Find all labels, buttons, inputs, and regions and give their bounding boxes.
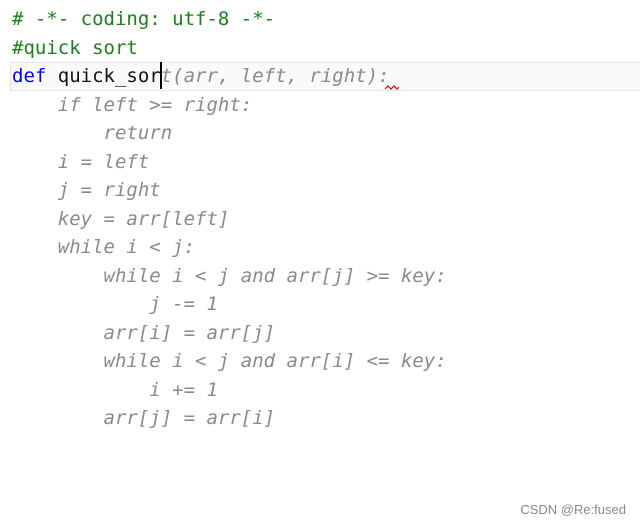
keyword: def	[12, 65, 47, 87]
autocomplete-suggestion: while i < j and arr[j] >= key:	[12, 264, 447, 287]
code-line: # -*- coding: utf-8 -*-	[12, 5, 275, 33]
autocomplete-suggestion: key = arr[left]	[12, 207, 230, 230]
code-line: #quick sort	[12, 34, 138, 62]
code-line: arr[i] = arr[j]	[12, 319, 276, 347]
autocomplete-suggestion: i += 1	[12, 378, 218, 401]
code-line: j -= 1	[12, 290, 218, 318]
comment: #quick sort	[12, 36, 138, 59]
comment: # -*- coding: utf-8 -*-	[12, 8, 276, 30]
autocomplete-suggestion: if left >= right:	[12, 93, 253, 116]
code-line: while i < j:	[12, 233, 195, 261]
autocomplete-suggestion: while i < j and arr[i] <= key:	[12, 350, 447, 372]
code-line: while i < j and arr[j] >= key:	[12, 262, 447, 290]
autocomplete-suggestion: j -= 1	[12, 293, 218, 315]
code-line: key = arr[left]	[12, 205, 230, 233]
code-line: j = right	[12, 176, 161, 204]
spell-error-squiggle	[385, 85, 399, 90]
watermark: CSDN @Re:fused	[520, 502, 626, 517]
autocomplete-suggestion: arr[i] = arr[j]	[12, 321, 276, 344]
code-line: i = left	[12, 148, 150, 176]
code-text: quick_sor	[46, 65, 161, 87]
code-editor[interactable]: # -*- coding: utf-8 -*- #quick sort def qu…	[0, 0, 640, 525]
autocomplete-suggestion: i = left	[12, 150, 150, 173]
code-line: while i < j and arr[i] <= key:	[12, 347, 447, 375]
autocomplete-suggestion: j = right	[12, 179, 161, 201]
autocomplete-suggestion: while i < j:	[12, 236, 196, 258]
code-line: arr[j] = arr[i]	[12, 404, 276, 432]
text-cursor	[160, 62, 162, 89]
autocomplete-suggestion: t(arr, left, right):	[160, 65, 390, 87]
autocomplete-suggestion: arr[j] = arr[i]	[12, 407, 276, 429]
code-line: i += 1	[12, 376, 218, 404]
code-line: return	[12, 119, 173, 147]
autocomplete-suggestion: return	[12, 122, 173, 144]
code-line: def quick_sort(arr, left, right):	[12, 62, 390, 90]
code-line: if left >= right:	[12, 91, 252, 119]
